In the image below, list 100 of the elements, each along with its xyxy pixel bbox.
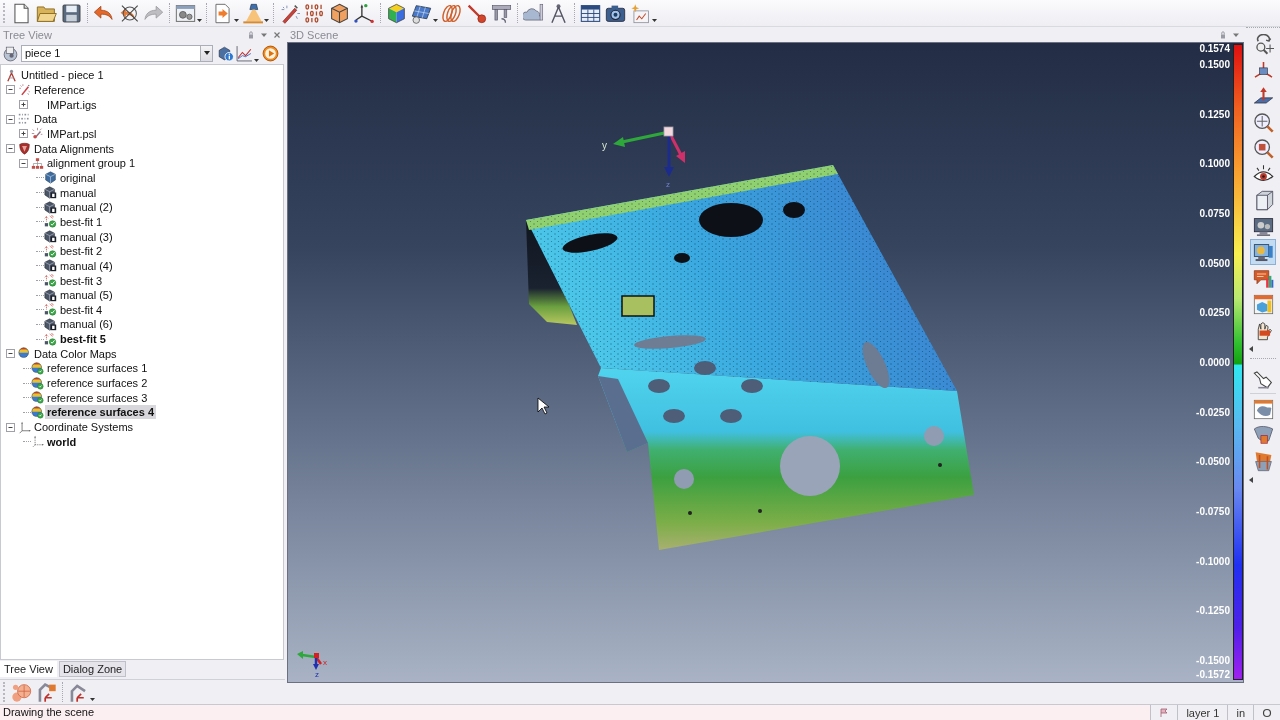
color-sphere-check-icon: [31, 391, 44, 405]
binary-data-icon[interactable]: [304, 2, 325, 24]
caliper-icon[interactable]: [491, 2, 512, 24]
grid-plane-icon[interactable]: [411, 2, 432, 24]
cloud-ruler-icon[interactable]: [523, 2, 544, 24]
orientation-triad-icon: [297, 651, 322, 670]
tree-item[interactable]: best-fit 5: [58, 332, 108, 347]
color-cube-icon[interactable]: [386, 2, 407, 24]
hierarchy-icon: [31, 156, 44, 170]
tree-item[interactable]: best-fit 1: [58, 214, 105, 229]
save-icon[interactable]: [61, 2, 82, 24]
tree-item[interactable]: manual (5): [58, 288, 115, 303]
tree-item[interactable]: world: [45, 434, 79, 449]
color-sphere-check-icon: [31, 376, 44, 390]
axis-label: z: [315, 670, 319, 679]
tree-item[interactable]: reference surfaces 4: [45, 405, 156, 420]
play-icon[interactable]: [262, 44, 279, 62]
tree-toggle[interactable]: [6, 349, 15, 359]
probe-icon[interactable]: [279, 2, 300, 24]
tree-item[interactable]: IMPart.psl: [45, 126, 99, 141]
tree-item[interactable]: best-fit 2: [58, 244, 105, 259]
dropdown-arrow-icon[interactable]: [203, 51, 210, 55]
wire-cube-icon[interactable]: [329, 2, 350, 24]
tree-item[interactable]: Coordinate Systems: [32, 420, 136, 435]
tree-item[interactable]: reference surfaces 3: [45, 390, 150, 405]
tree-item[interactable]: original: [58, 170, 98, 185]
shield-icon: [18, 142, 31, 156]
legend-label: -0.1500: [1196, 654, 1230, 667]
flag-icon: [1159, 707, 1170, 718]
line-chart-icon[interactable]: [236, 44, 253, 62]
panel-tab[interactable]: Dialog Zone: [58, 661, 127, 677]
info-icon[interactable]: [217, 44, 234, 62]
tree-item[interactable]: manual (4): [58, 258, 115, 273]
tree-item[interactable]: IMPart.igs: [45, 97, 99, 112]
caret-icon[interactable]: [90, 697, 95, 701]
units-indicator[interactable]: in: [1227, 705, 1253, 720]
new-file-icon[interactable]: [11, 2, 32, 24]
tree-item[interactable]: alignment group 1: [45, 156, 138, 171]
tree-toggle[interactable]: [19, 158, 28, 168]
tree-item[interactable]: Data Color Maps: [32, 346, 119, 361]
tree-item[interactable]: best-fit 4: [58, 302, 105, 317]
tree-item[interactable]: Data Alignments: [32, 141, 117, 156]
legend-label: 0.0750: [1199, 207, 1230, 220]
crossed-arrow-icon[interactable]: [118, 2, 139, 24]
tree-item[interactable]: Data: [32, 112, 60, 127]
piece-selector[interactable]: piece 1: [21, 44, 213, 62]
overflow-arrow-icon[interactable]: [1249, 477, 1253, 483]
panel-tab[interactable]: Tree View: [0, 661, 57, 677]
tree-toggle[interactable]: [6, 422, 15, 432]
caret-icon[interactable]: [433, 18, 438, 22]
tree-item[interactable]: reference surfaces 1: [45, 361, 150, 376]
gear-box-icon[interactable]: [2, 44, 19, 62]
overflow-arrow-icon[interactable]: [1249, 346, 1253, 352]
tree-item[interactable]: manual: [58, 185, 99, 200]
caret-icon[interactable]: [264, 18, 269, 22]
legend-label: 0.1250: [1199, 108, 1230, 121]
arrows-check-icon: [44, 332, 57, 346]
pin-ball-icon[interactable]: [466, 2, 487, 24]
dark-cube-icon: [44, 230, 57, 244]
tree-toggle[interactable]: [6, 114, 15, 124]
caret-icon[interactable]: [254, 58, 259, 62]
tree-item[interactable]: best-fit 3: [58, 273, 105, 288]
tree-toggle[interactable]: [19, 129, 28, 139]
layer-indicator[interactable]: layer 1: [1177, 705, 1228, 720]
settings-window-icon[interactable]: [175, 2, 196, 24]
cube-icon: [44, 171, 57, 185]
toolbar-button[interactable]: [1250, 239, 1276, 265]
legend-label: -0.0750: [1196, 505, 1230, 518]
comment-bars-icon: [1252, 267, 1274, 289]
tree-item[interactable]: manual (2): [58, 200, 115, 215]
robot-arm-icon[interactable]: [36, 681, 57, 703]
tree-toggle[interactable]: [19, 100, 28, 110]
color-display-icon: [1252, 241, 1274, 263]
panel-title: 3D Scene: [290, 28, 339, 41]
tree-item[interactable]: manual (6): [58, 317, 115, 332]
tree-toggle[interactable]: [6, 85, 15, 95]
targets-icon[interactable]: [11, 681, 32, 703]
dark-cube-icon: [44, 200, 57, 214]
legend-label: 0.0250: [1199, 307, 1230, 320]
dark-cube-icon: [44, 259, 57, 273]
tree-toggle[interactable]: [6, 144, 15, 154]
tree-item[interactable]: Untitled - piece 1: [19, 68, 106, 83]
caret-icon[interactable]: [652, 18, 657, 22]
caret-icon[interactable]: [234, 18, 239, 22]
shape-section-icon: [1252, 450, 1274, 472]
tree-item[interactable]: manual (3): [58, 229, 115, 244]
caret-icon[interactable]: [197, 18, 202, 22]
close-icon[interactable]: [273, 30, 281, 39]
axis-triad-icon[interactable]: [613, 126, 685, 177]
panel-title: Tree View: [3, 28, 52, 41]
arrows-check-icon: [44, 274, 57, 287]
dotted-axes-icon: [31, 435, 44, 449]
scanner-icon[interactable]: [242, 2, 263, 24]
tree-item[interactable]: Reference: [32, 83, 87, 97]
table-icon[interactable]: [580, 2, 601, 24]
3d-viewport[interactable]: y z x z 0.1574 0.1500 0.1250 0.1000 0.0750 0.0500 0.0250 0.0000 -0.0250 -0.0500 -0.0750 -0.1000 -0.1250 -0.1500 -0.1572: [287, 42, 1244, 683]
tree-item[interactable]: reference surfaces 2: [45, 376, 150, 391]
axis-label: x: [323, 658, 327, 667]
axes-icon[interactable]: [354, 2, 375, 24]
coils-icon[interactable]: [441, 2, 462, 24]
